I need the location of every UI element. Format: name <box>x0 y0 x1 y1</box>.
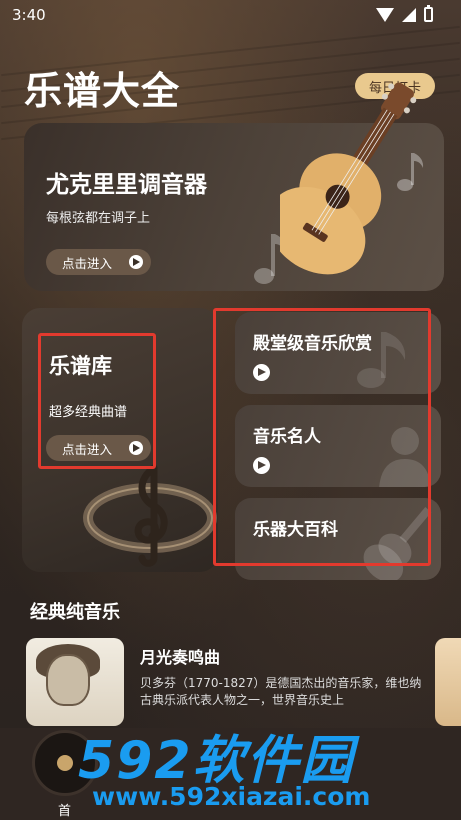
beethoven-portrait-image <box>26 638 124 726</box>
music-list-item[interactable]: 月光奏鸣曲 贝多芬（1770-1827）是德国杰出的音乐家，维也纳古典乐派代表人… <box>26 638 426 728</box>
nav-home-label[interactable]: 首 <box>58 800 71 819</box>
battery-icon <box>424 5 433 22</box>
highlight-box-library <box>38 333 156 469</box>
tuner-enter-label: 点击进入 <box>62 255 113 271</box>
music-description: 贝多芬（1770-1827）是德国杰出的音乐家，维也纳古典乐派代表人物之一，世界… <box>140 676 422 707</box>
status-bar: 3:40 <box>0 0 461 32</box>
arrow-right-icon <box>129 255 143 269</box>
watermark-url: www.592xiazai.com <box>92 782 371 811</box>
status-time: 3:40 <box>12 6 46 24</box>
music-title: 月光奏鸣曲 <box>140 648 221 667</box>
tuner-enter-button[interactable]: 点击进入 <box>46 249 151 275</box>
ukulele-icon <box>280 82 417 275</box>
signal-icon <box>402 7 416 22</box>
tuner-subtitle: 每根弦都在调子上 <box>46 211 151 226</box>
tuner-title: 尤克里里调音器 <box>46 172 207 198</box>
highlight-box-side-cards <box>213 308 431 566</box>
section-title: 经典纯音乐 <box>30 602 120 623</box>
status-icons <box>376 5 433 22</box>
next-music-card-thumbnail[interactable] <box>435 638 461 726</box>
app-title: 乐谱大全 <box>24 69 181 113</box>
wifi-icon <box>376 7 394 22</box>
